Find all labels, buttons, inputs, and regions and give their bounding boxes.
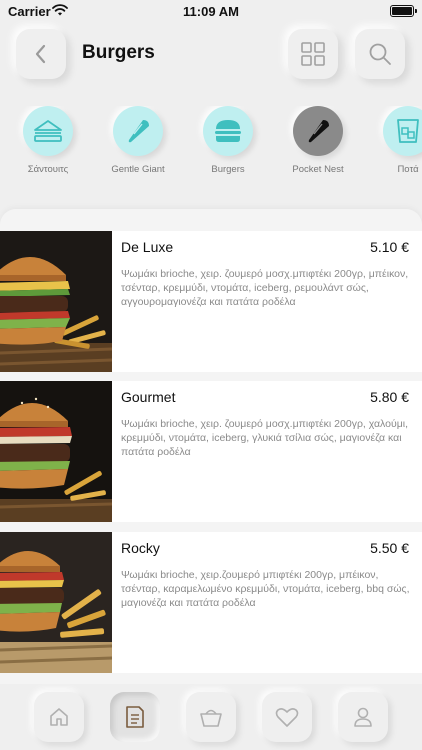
item-description: Ψωμάκι brioche, χειρ. ζουμερό μοσχ.μπιφτ… [121,418,409,458]
grid-icon [301,42,325,66]
item-description: Ψωμάκι brioche, χειρ.ζουμερό μπιφτέκι 20… [121,569,410,609]
item-name: Rocky [121,540,160,556]
clock: 11:09 AM [183,4,239,19]
home-icon [50,708,68,726]
status-bar: Carrier 11:09 AM [0,0,422,24]
battery-icon [390,5,417,17]
nav-menu-button[interactable] [110,692,160,742]
category-gentle-giant[interactable]: Gentle Giant [93,106,183,175]
category-icon-circle [23,106,73,156]
profile-icon [354,707,372,727]
item-name: Gourmet [121,389,176,405]
category-label: Burgers [211,164,245,175]
nav-home-button[interactable] [34,692,84,742]
burger-photo [0,532,112,673]
chevron-left-icon [35,44,46,64]
pocket-wrap-icon [308,120,329,143]
item-price: 5.50 € [370,540,409,556]
category-carousel[interactable]: Σάντουιτς Gentle Giant Burgers Pocket Ne… [0,106,422,176]
grid-view-button[interactable] [288,29,338,79]
bottom-navigation [0,684,422,750]
menu-item-de-luxe[interactable]: De Luxe 5.10 € Ψωμάκι brioche, χειρ. ζου… [0,231,422,372]
menu-item-rocky[interactable]: Rocky 5.50 € Ψωμάκι brioche, χειρ.ζουμερ… [0,532,422,673]
item-price: 5.10 € [370,239,409,255]
menu-list[interactable]: De Luxe 5.10 € Ψωμάκι brioche, χειρ. ζου… [0,209,422,684]
category-label: Pocket Nest [292,164,344,175]
category-icon-circle [203,106,253,156]
search-button[interactable] [355,29,405,79]
category-pocket-nest[interactable]: Pocket Nest [273,106,363,175]
basket-icon [200,709,222,727]
item-name: De Luxe [121,239,174,255]
category-label: Σάντουιτς [27,164,69,175]
nav-favorites-button[interactable] [262,692,312,742]
burger-photo [0,381,112,522]
category-burgers[interactable]: Burgers [183,106,273,175]
item-description: Ψωμάκι brioche, χειρ. ζουμερό μοσχ.μπιφτ… [121,268,409,308]
burger-photo [0,231,112,372]
category-label: Gentle Giant [111,164,165,175]
heart-icon [275,708,299,727]
menu-book-icon [126,706,144,728]
menu-item-gourmet[interactable]: Gourmet 5.80 € Ψωμάκι brioche, χειρ. ζου… [0,381,422,522]
item-price: 5.80 € [370,389,409,405]
drink-icon [397,119,419,143]
search-icon [369,43,391,65]
nav-basket-button[interactable] [186,692,236,742]
sandwich-icon [34,120,62,142]
category-drinks[interactable]: Ποτά [363,106,422,175]
category-sandwiches[interactable]: Σάντουιτς [3,106,93,175]
category-icon-circle [383,106,422,156]
category-label: Ποτά [397,164,419,175]
nav-profile-button[interactable] [338,692,388,742]
page-title: Burgers [82,42,155,63]
burger-icon [215,120,241,142]
category-icon-circle [293,106,343,156]
category-icon-circle [113,106,163,156]
back-button[interactable] [16,29,66,79]
wrap-icon [128,120,149,143]
